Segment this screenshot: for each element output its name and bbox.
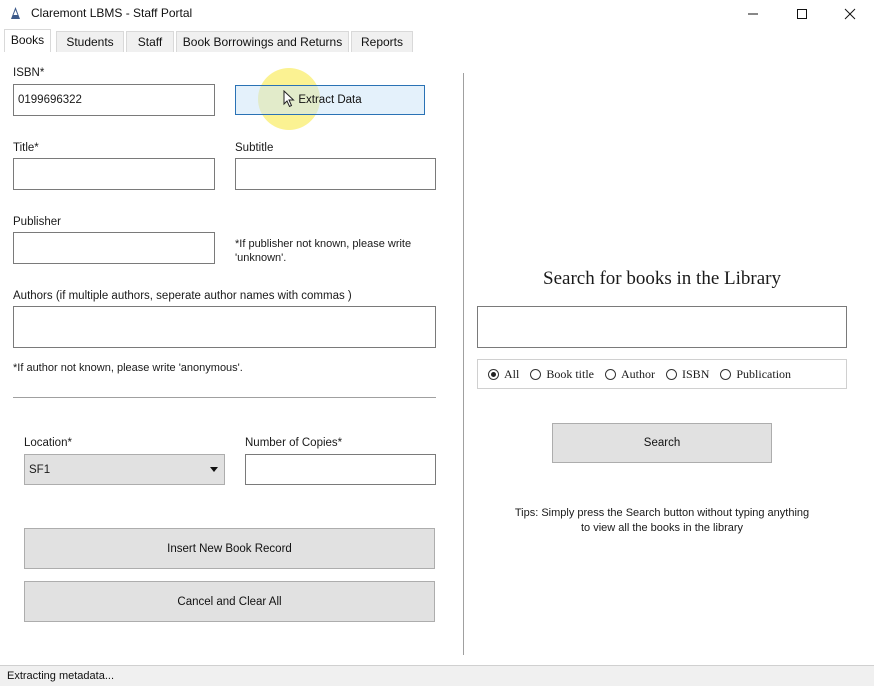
- search-filter-group: All Book title Author ISBN Publication: [477, 359, 847, 389]
- filter-all-radio[interactable]: All: [488, 367, 519, 382]
- copies-input[interactable]: [245, 454, 436, 485]
- isbn-input[interactable]: 0199696322: [13, 84, 215, 116]
- close-button[interactable]: [827, 0, 873, 28]
- mouse-pointer-icon: [283, 90, 295, 108]
- cancel-clear-button[interactable]: Cancel and Clear All: [24, 581, 435, 622]
- subtitle-input[interactable]: [235, 158, 436, 190]
- authors-note: *If author not known, please write 'anon…: [13, 362, 243, 374]
- form-divider: [13, 397, 436, 398]
- maximize-button[interactable]: [779, 0, 825, 28]
- search-heading: Search for books in the Library: [543, 268, 781, 289]
- search-tip-line1: Tips: Simply press the Search button wit…: [514, 507, 810, 519]
- maximize-icon: [797, 9, 807, 19]
- location-select[interactable]: SF1: [24, 454, 225, 485]
- tab-reports[interactable]: Reports: [351, 31, 413, 52]
- tab-students[interactable]: Students: [56, 31, 124, 52]
- copies-label: Number of Copies*: [245, 437, 343, 449]
- status-bar: [0, 665, 874, 686]
- filter-publication-label: Publication: [736, 366, 792, 381]
- minimize-icon: [748, 13, 758, 15]
- filter-author-radio[interactable]: Author: [605, 367, 655, 382]
- tab-books[interactable]: Books: [4, 29, 51, 53]
- filter-isbn-label: ISBN: [682, 366, 710, 381]
- window-title: Claremont LBMS - Staff Portal: [31, 6, 193, 20]
- publisher-label: Publisher: [13, 216, 61, 228]
- panel-divider: [463, 73, 464, 655]
- dropdown-arrow-icon: [210, 467, 218, 472]
- publisher-input[interactable]: [13, 232, 215, 264]
- minimize-button[interactable]: [730, 0, 776, 28]
- search-input[interactable]: [477, 306, 847, 348]
- search-tip-line2: to view all the books in the library: [580, 522, 744, 534]
- radio-unchecked-icon: [720, 368, 732, 380]
- extract-data-button[interactable]: Extract Data: [235, 85, 425, 115]
- search-button[interactable]: Search: [552, 423, 772, 463]
- radio-checked-icon: [488, 368, 499, 380]
- location-value: SF1: [29, 463, 51, 476]
- app-icon: [11, 7, 20, 19]
- subtitle-label: Subtitle: [235, 142, 274, 154]
- authors-input[interactable]: [13, 306, 436, 348]
- radio-unchecked-icon: [530, 368, 542, 380]
- tab-book-borrowings[interactable]: Book Borrowings and Returns: [176, 31, 349, 52]
- authors-label: Authors (if multiple authors, seperate a…: [13, 290, 352, 302]
- status-text: Extracting metadata...: [7, 670, 114, 682]
- location-label: Location*: [24, 437, 72, 449]
- filter-book-title-label: Book title: [546, 366, 595, 381]
- radio-unchecked-icon: [666, 368, 678, 380]
- filter-all-label: All: [504, 366, 520, 381]
- tab-staff[interactable]: Staff: [126, 31, 174, 52]
- filter-isbn-radio[interactable]: ISBN: [666, 367, 709, 382]
- publisher-note: *If publisher not known, please write 'u…: [235, 238, 412, 264]
- isbn-label: ISBN*: [13, 67, 45, 79]
- filter-book-title-radio[interactable]: Book title: [530, 367, 594, 382]
- filter-publication-radio[interactable]: Publication: [720, 367, 791, 382]
- filter-author-label: Author: [621, 366, 656, 381]
- close-icon: [844, 8, 856, 20]
- title-label: Title*: [13, 142, 39, 154]
- insert-book-button[interactable]: Insert New Book Record: [24, 528, 435, 569]
- radio-unchecked-icon: [605, 368, 617, 380]
- title-input[interactable]: [13, 158, 215, 190]
